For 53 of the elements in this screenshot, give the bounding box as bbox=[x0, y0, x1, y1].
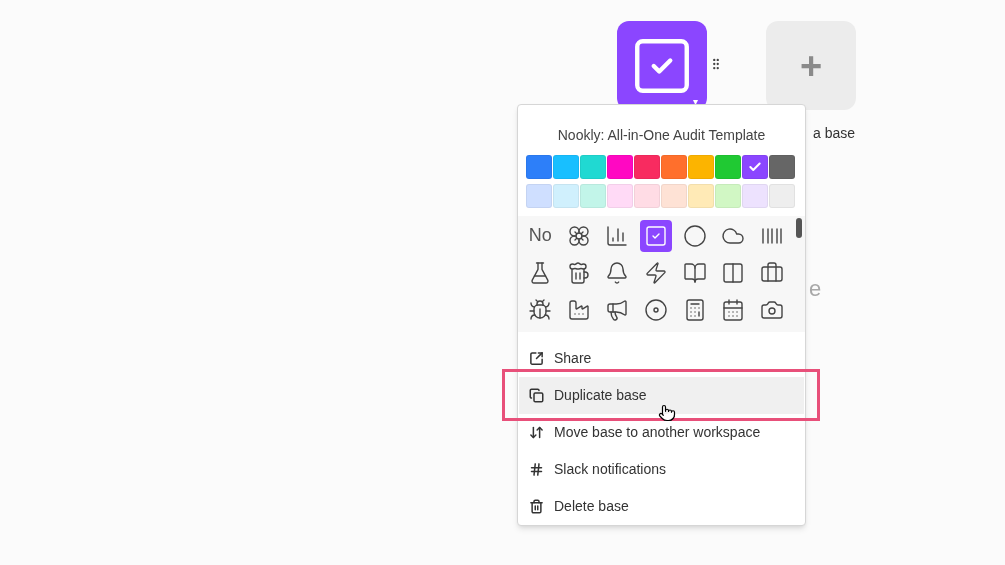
menu-item[interactable]: Delete base bbox=[519, 488, 804, 525]
no-icon-option[interactable]: No bbox=[524, 219, 557, 252]
color-swatch[interactable] bbox=[526, 154, 552, 179]
color-swatch[interactable] bbox=[553, 154, 579, 179]
color-swatch[interactable] bbox=[769, 183, 795, 208]
color-swatch[interactable] bbox=[580, 154, 606, 179]
lightning-icon bbox=[644, 260, 668, 285]
bar-chart-icon bbox=[605, 223, 630, 248]
color-swatch[interactable] bbox=[661, 154, 687, 179]
hand-cursor-icon bbox=[658, 404, 676, 422]
megaphone-icon bbox=[605, 297, 630, 322]
columns-icon bbox=[721, 260, 746, 285]
color-swatch[interactable] bbox=[634, 154, 660, 179]
briefcase-icon bbox=[759, 260, 784, 285]
color-swatch[interactable] bbox=[634, 183, 660, 208]
icon-option[interactable] bbox=[640, 219, 672, 252]
color-swatch[interactable] bbox=[607, 183, 633, 208]
dropdown-caret: ▾ bbox=[693, 97, 698, 107]
base-label: e bbox=[809, 275, 822, 303]
color-swatch[interactable] bbox=[580, 183, 606, 208]
bug-icon bbox=[528, 297, 553, 322]
color-swatch[interactable] bbox=[526, 183, 552, 208]
mug-icon bbox=[566, 260, 591, 285]
disc-icon bbox=[644, 297, 668, 322]
checkbox-icon bbox=[644, 223, 668, 248]
book-icon bbox=[682, 260, 707, 285]
menu-item[interactable]: Share bbox=[519, 340, 804, 377]
bell-icon bbox=[605, 260, 630, 285]
factory-icon bbox=[566, 297, 591, 322]
color-swatch[interactable] bbox=[688, 183, 714, 208]
base-label: a base bbox=[813, 124, 856, 143]
color-swatch[interactable] bbox=[742, 183, 768, 208]
color-swatch[interactable] bbox=[769, 154, 795, 179]
color-swatch[interactable] bbox=[715, 183, 741, 208]
menu-item[interactable]: Slack notifications bbox=[519, 451, 804, 488]
copy-icon bbox=[529, 388, 544, 403]
flower-icon bbox=[566, 223, 591, 248]
sort-arrows-icon bbox=[529, 425, 544, 440]
check-icon bbox=[748, 159, 762, 174]
trash-icon bbox=[529, 499, 544, 514]
menu-item[interactable]: Duplicate base bbox=[519, 377, 804, 414]
color-swatch[interactable] bbox=[661, 183, 687, 208]
circle-icon bbox=[682, 223, 707, 248]
color-swatch[interactable] bbox=[607, 154, 633, 179]
share-icon bbox=[529, 351, 544, 366]
color-swatch[interactable] bbox=[553, 183, 579, 208]
menu-title: Nookly: All-in-One Audit Template bbox=[556, 126, 767, 145]
color-swatch[interactable] bbox=[715, 154, 741, 179]
scrollbar-thumb[interactable] bbox=[796, 217, 802, 238]
color-swatch[interactable] bbox=[688, 154, 714, 179]
calendar-icon bbox=[721, 297, 746, 322]
hash-icon bbox=[529, 462, 544, 477]
color-swatch[interactable] bbox=[742, 154, 768, 179]
